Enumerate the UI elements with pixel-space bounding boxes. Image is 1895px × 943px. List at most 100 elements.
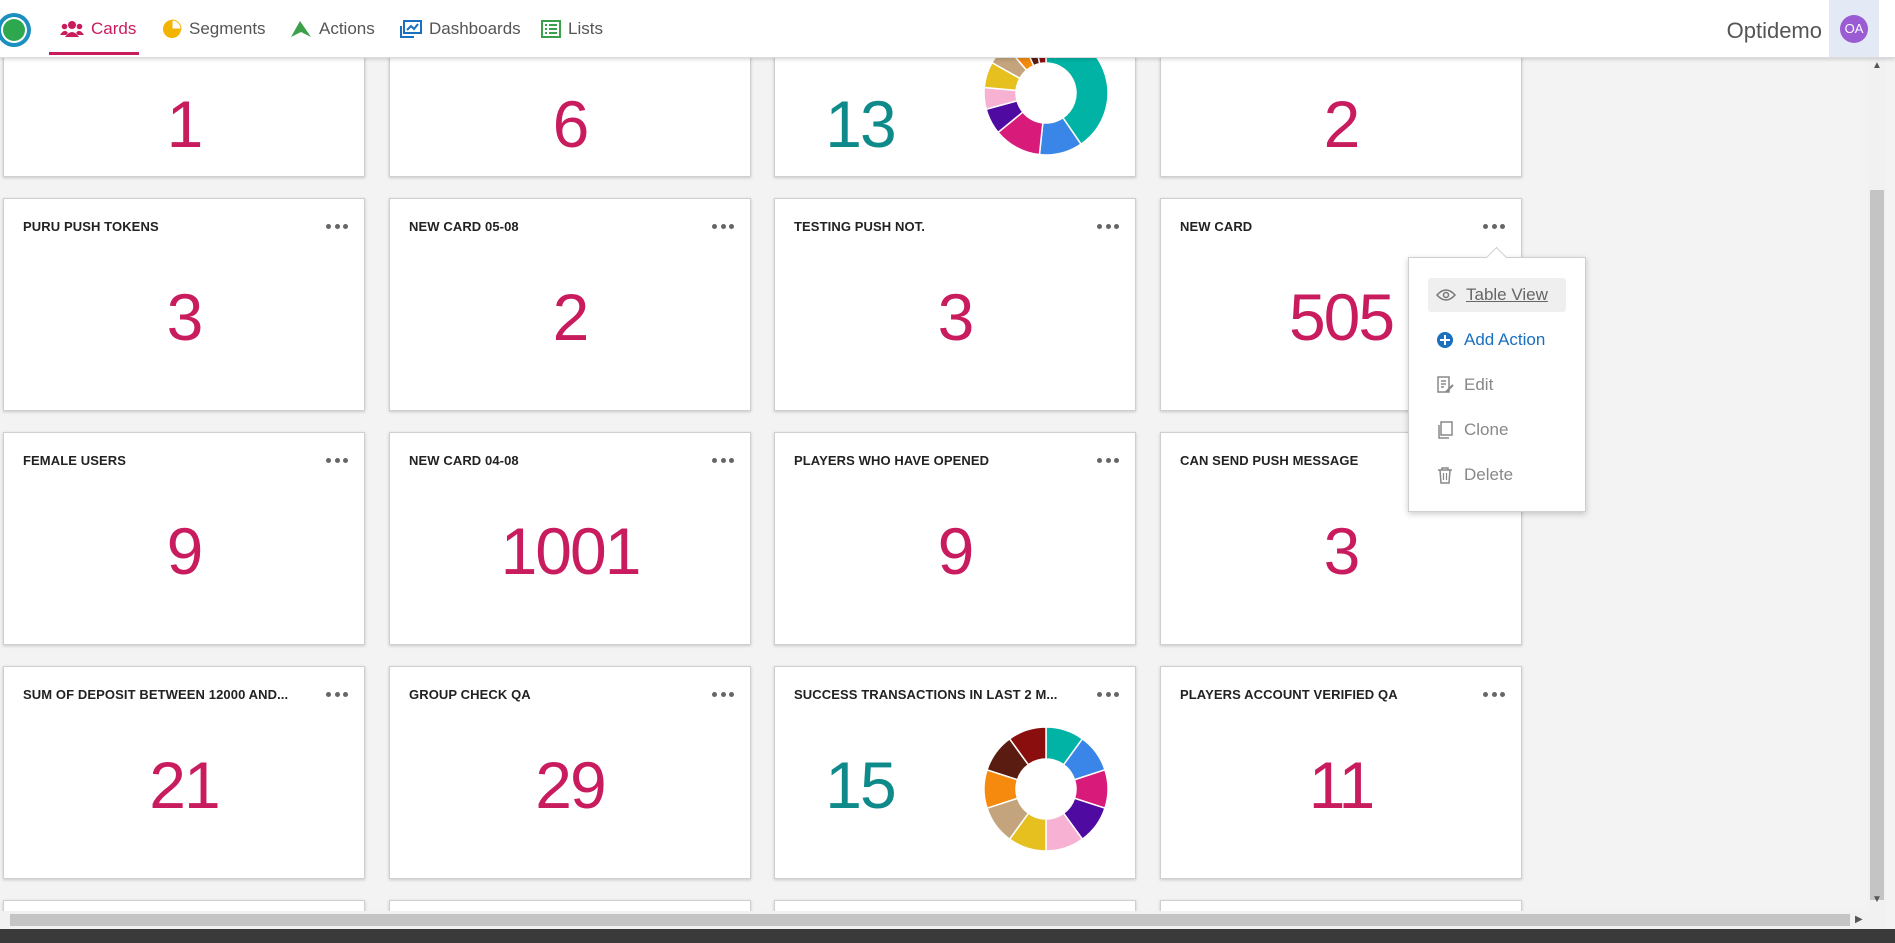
- card[interactable]: 1: [3, 57, 365, 177]
- menu-item-table-view[interactable]: Table View: [1428, 278, 1566, 312]
- card-title: TESTING PUSH NOT.: [794, 219, 925, 234]
- pie-chart-icon: [163, 18, 182, 38]
- scroll-down-icon[interactable]: ▼: [1872, 894, 1882, 905]
- tab-segments[interactable]: Segments: [162, 0, 266, 57]
- card-title: FEMALE USERS: [23, 453, 127, 468]
- card-value: 2: [552, 280, 590, 354]
- card-value: 3: [166, 280, 204, 354]
- card[interactable]: PURU PUSH TOKENS 3: [3, 198, 365, 411]
- clone-icon: [1438, 421, 1453, 439]
- dashboard-icon: [400, 19, 422, 38]
- card-menu-button[interactable]: [1483, 687, 1505, 701]
- tab-actions-label: Actions: [319, 18, 375, 38]
- card-menu-button[interactable]: [1483, 219, 1505, 233]
- card-menu-button[interactable]: [326, 219, 348, 233]
- menu-item-label: Table View: [1466, 285, 1548, 304]
- card[interactable]: [389, 900, 751, 911]
- card[interactable]: 13: [774, 57, 1136, 177]
- horizontal-scrollbar-thumb[interactable]: [10, 914, 1850, 926]
- vertical-scrollbar-thumb[interactable]: [1870, 190, 1884, 900]
- card-value: 9: [937, 514, 975, 588]
- card-value: 1001: [500, 514, 642, 588]
- menu-item-clone[interactable]: Clone: [1428, 413, 1566, 447]
- card-title: NEW CARD: [1180, 219, 1253, 234]
- menu-item-label: Clone: [1464, 420, 1509, 439]
- donut-chart: [983, 57, 1109, 156]
- card[interactable]: NEW CARD 05-08 2: [389, 198, 751, 411]
- menu-item-delete[interactable]: Delete: [1428, 458, 1566, 492]
- card[interactable]: NEW CARD 04-08 1001: [389, 432, 751, 645]
- menu-item-label: Delete: [1464, 465, 1514, 484]
- card[interactable]: GROUP CHECK QA 29: [389, 666, 751, 879]
- card-menu-button[interactable]: [326, 453, 348, 467]
- card[interactable]: SUCCESS TRANSACTIONS IN LAST 2 M... 15: [774, 666, 1136, 879]
- card-title: PLAYERS WHO HAVE OPENED: [794, 453, 990, 468]
- card-title: GROUP CHECK QA: [409, 687, 531, 702]
- tab-cards-label: Cards: [91, 18, 137, 38]
- card-title: NEW CARD 05-08: [409, 219, 519, 234]
- menu-item-label: Edit: [1464, 375, 1494, 394]
- card-value: 15: [825, 748, 896, 822]
- tab-dashboards[interactable]: Dashboards: [400, 0, 521, 57]
- card-context-menu: Table View Add Action Edit Clone Delete: [1408, 257, 1586, 512]
- tab-dashboards-label: Dashboards: [429, 18, 521, 38]
- card-menu-button[interactable]: [326, 687, 348, 701]
- brand-name: Optidemo: [1726, 18, 1822, 43]
- card-value: 21: [149, 748, 220, 822]
- card[interactable]: FEMALE USERS 9: [3, 432, 365, 645]
- tab-segments-label: Segments: [189, 18, 266, 38]
- card-menu-button[interactable]: [1097, 219, 1119, 233]
- card-menu-button[interactable]: [712, 219, 734, 233]
- menu-item-edit[interactable]: Edit: [1428, 368, 1566, 402]
- card[interactable]: SUM OF DEPOSIT BETWEEN 12000 AND... 21: [3, 666, 365, 879]
- card[interactable]: [3, 900, 365, 911]
- card-value: 13: [825, 87, 896, 161]
- card-menu-button[interactable]: [712, 687, 734, 701]
- menu-item-label: Add Action: [1464, 330, 1546, 349]
- card[interactable]: PLAYERS WHO HAVE OPENED 9: [774, 432, 1136, 645]
- users-icon: [60, 20, 84, 37]
- card-title: SUCCESS TRANSACTIONS IN LAST 2 M...: [794, 687, 1058, 702]
- card-menu-button[interactable]: [1097, 453, 1119, 467]
- card-value: 3: [1323, 514, 1361, 588]
- card-title: NEW CARD 04-08: [409, 453, 519, 468]
- tab-actions[interactable]: Actions: [290, 0, 375, 57]
- avatar: OA: [1840, 14, 1868, 43]
- card[interactable]: [1160, 900, 1522, 911]
- app-logo-icon[interactable]: [0, 10, 36, 50]
- card[interactable]: 2: [1160, 57, 1522, 177]
- card-value: 2: [1323, 87, 1361, 161]
- card-title: CAN SEND PUSH MESSAGE: [1180, 453, 1359, 468]
- eye-icon: [1436, 289, 1456, 301]
- card[interactable]: TESTING PUSH NOT. 3: [774, 198, 1136, 411]
- menu-item-add-action[interactable]: Add Action: [1428, 323, 1566, 357]
- card[interactable]: PLAYERS ACCOUNT VERIFIED QA 11: [1160, 666, 1522, 879]
- tab-lists-label: Lists: [568, 18, 603, 38]
- card-title: PURU PUSH TOKENS: [23, 219, 159, 234]
- paper-plane-icon: [291, 20, 311, 37]
- edit-icon: [1437, 376, 1454, 393]
- card[interactable]: [774, 900, 1136, 911]
- card-value: 1: [166, 87, 204, 161]
- card-title: PLAYERS ACCOUNT VERIFIED QA: [1180, 687, 1398, 702]
- taskbar: [0, 929, 1895, 943]
- card[interactable]: 6: [389, 57, 751, 177]
- card-value: 3: [937, 280, 975, 354]
- scroll-right-icon[interactable]: ▶: [1855, 914, 1863, 925]
- card-value: 29: [535, 748, 606, 822]
- tab-lists[interactable]: Lists: [541, 0, 603, 57]
- list-icon: [541, 19, 561, 38]
- user-menu[interactable]: OA: [1829, 0, 1879, 57]
- card-menu-button[interactable]: [1097, 687, 1119, 701]
- tab-cards[interactable]: Cards: [60, 0, 136, 57]
- active-tab-indicator: [49, 52, 139, 55]
- cards-grid: 1 6 13 2 PURU PUSH TOKENS 3 NEW CARD 05-…: [0, 57, 1868, 911]
- scroll-up-icon[interactable]: ▲: [1872, 60, 1882, 71]
- trash-icon: [1438, 467, 1452, 484]
- card-title: SUM OF DEPOSIT BETWEEN 12000 AND...: [23, 687, 289, 702]
- card-value: 6: [552, 87, 590, 161]
- card-menu-button[interactable]: [712, 453, 734, 467]
- card-value: 11: [1308, 748, 1376, 822]
- card-value: 9: [166, 514, 204, 588]
- plus-circle-icon: [1437, 332, 1453, 348]
